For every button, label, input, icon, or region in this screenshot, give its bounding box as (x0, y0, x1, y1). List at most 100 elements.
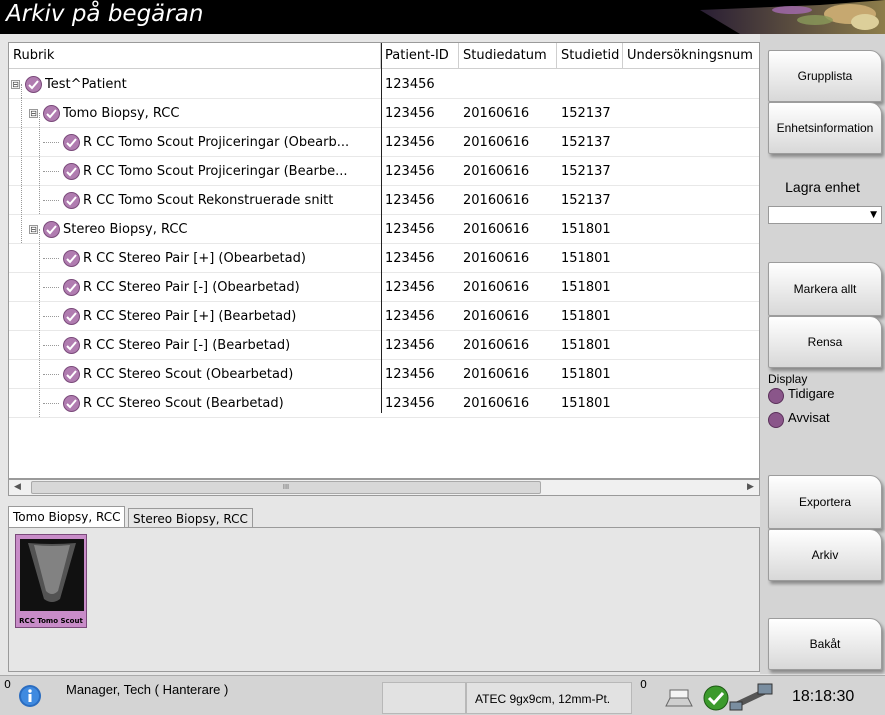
scrollbar-thumb[interactable]: III (31, 481, 541, 494)
chevron-down-icon: ▼ (870, 210, 877, 220)
check-icon[interactable] (25, 76, 42, 93)
select-all-button[interactable]: Markera allt (768, 262, 882, 316)
column-header-study-time[interactable]: Studietid (557, 43, 623, 69)
study-date-cell: 20160616 (463, 309, 530, 324)
thumbnail-image (20, 539, 84, 611)
study-time-cell: 152137 (561, 193, 611, 208)
check-icon[interactable] (63, 134, 80, 151)
tree-connector (43, 345, 59, 346)
tree-connector (43, 287, 59, 288)
collapse-toggle-icon[interactable]: ⊟ (29, 109, 38, 118)
row-title: R CC Tomo Scout Projiceringar (Obearb... (83, 135, 350, 150)
tree-connector (21, 84, 22, 98)
row-title: R CC Tomo Scout Rekonstruerade snitt (83, 193, 334, 208)
check-icon[interactable] (63, 192, 80, 209)
tree-connector (43, 316, 59, 317)
xray-tube-icon[interactable] (728, 680, 776, 714)
patient-id-cell: 123456 (385, 222, 435, 237)
paddle-status-field[interactable]: ATEC 9gx9cm, 12mm-Pt. (466, 682, 632, 714)
header-decoration-image (700, 0, 885, 34)
table-row[interactable]: R CC Tomo Scout Projiceringar (Obearb...… (9, 128, 759, 157)
collapse-toggle-icon[interactable]: ⊟ (29, 225, 38, 234)
radio-rejected-label: Avvisat (788, 410, 830, 425)
device-info-button[interactable]: Enhetsinformation (768, 102, 882, 154)
scroll-right-icon[interactable]: ▶ (747, 480, 754, 495)
tab-tomo-biopsy[interactable]: Tomo Biopsy, RCC (8, 506, 126, 528)
table-row[interactable]: ⊟ Stereo Biopsy, RCC 123456 20160616 151801 (9, 215, 759, 244)
table-row[interactable]: R CC Stereo Pair [-] (Bearbetad) 123456 20… (9, 331, 759, 360)
check-icon[interactable] (63, 337, 80, 354)
check-icon[interactable] (63, 250, 80, 267)
tree-connector (43, 374, 59, 375)
clock-field: 18:18:30 (782, 682, 882, 714)
system-ok-icon[interactable] (702, 684, 730, 712)
check-icon[interactable] (43, 105, 60, 122)
group-list-button[interactable]: Grupplista (768, 50, 882, 102)
row-title: R CC Stereo Scout (Bearbetad) (83, 396, 284, 411)
patient-id-cell: 123456 (385, 251, 435, 266)
table-row[interactable]: ⊟ Tomo Biopsy, RCC 123456 20160616 152137 (9, 99, 759, 128)
image-thumbnail[interactable]: RCC Tomo Scout (15, 534, 87, 628)
patient-id-cell: 123456 (385, 106, 435, 121)
back-button[interactable]: Bakåt (768, 618, 882, 670)
title-bar: Arkiv på begäran (0, 0, 885, 34)
tab-stereo-biopsy[interactable]: Stereo Biopsy, RCC (128, 508, 253, 528)
row-title: R CC Stereo Scout (Obearbetad) (83, 367, 294, 382)
study-date-cell: 20160616 (463, 164, 530, 179)
study-time-cell: 151801 (561, 309, 611, 324)
check-icon[interactable] (63, 163, 80, 180)
row-title: R CC Stereo Pair [-] (Obearbetad) (83, 280, 300, 295)
check-icon[interactable] (63, 308, 80, 325)
row-title: Tomo Biopsy, RCC (63, 106, 180, 121)
collapse-toggle-icon[interactable]: ⊟ (11, 80, 20, 89)
table-row[interactable]: R CC Stereo Pair [+] (Obearbetad) 123456 2… (9, 244, 759, 273)
archive-button[interactable]: Arkiv (768, 529, 882, 581)
window-title: Arkiv på begäran (6, 1, 204, 27)
study-time-cell: 151801 (561, 251, 611, 266)
tree-connector (43, 403, 59, 404)
output-queue-icon[interactable] (664, 686, 694, 710)
table-row[interactable]: R CC Tomo Scout Rekonstruerade snitt 1234… (9, 186, 759, 215)
patient-id-cell: 123456 (385, 77, 435, 92)
tree-connector (43, 142, 59, 143)
column-header-accession-number[interactable]: Undersökningsnum (623, 43, 759, 69)
radio-rejected[interactable]: Avvisat (768, 410, 885, 428)
table-row[interactable]: R CC Stereo Scout (Obearbetad) 123456 2016… (9, 360, 759, 389)
horizontal-scrollbar[interactable]: ◀ III ▶ (8, 479, 760, 496)
study-time-cell: 151801 (561, 280, 611, 295)
scroll-left-icon[interactable]: ◀ (14, 480, 21, 495)
output-count: 0 (640, 678, 647, 691)
patient-id-cell: 123456 (385, 164, 435, 179)
table-row[interactable]: R CC Stereo Pair [-] (Obearbetad) 123456 2… (9, 273, 759, 302)
row-title: R CC Stereo Pair [-] (Bearbetad) (83, 338, 291, 353)
table-row[interactable]: R CC Stereo Scout (Bearbetad) 123456 20160… (9, 389, 759, 418)
table-row[interactable]: R CC Tomo Scout Projiceringar (Bearbe...… (9, 157, 759, 186)
tree-connector (43, 258, 59, 259)
tree-connector (43, 200, 59, 201)
patient-id-cell: 123456 (385, 367, 435, 382)
radio-previous[interactable]: Tidigare (768, 386, 885, 404)
study-time-cell: 151801 (561, 222, 611, 237)
clear-button[interactable]: Rensa (768, 316, 882, 368)
table-row[interactable]: ⊟ Test^Patient 123456 (9, 70, 759, 99)
check-icon[interactable] (63, 366, 80, 383)
column-header-study-date[interactable]: Studiedatum (459, 43, 557, 69)
current-user: Manager, Tech ( Hanterare ) (66, 682, 229, 697)
column-header-title[interactable]: Rubrik (9, 43, 381, 69)
info-icon[interactable] (18, 684, 42, 708)
column-header-patient-id[interactable]: Patient-ID (381, 43, 459, 69)
check-icon[interactable] (63, 395, 80, 412)
study-date-cell: 20160616 (463, 396, 530, 411)
study-date-cell: 20160616 (463, 193, 530, 208)
study-date-cell: 20160616 (463, 367, 530, 382)
export-button[interactable]: Exportera (768, 475, 882, 529)
study-tree-grid[interactable]: Rubrik Patient-ID Studiedatum Studietid … (8, 42, 760, 479)
table-row[interactable]: R CC Stereo Pair [+] (Bearbetad) 123456 20… (9, 302, 759, 331)
store-device-dropdown[interactable]: ▼ (768, 206, 882, 224)
check-icon[interactable] (63, 279, 80, 296)
study-time-cell: 152137 (561, 164, 611, 179)
radio-icon (768, 412, 784, 428)
row-title: R CC Tomo Scout Projiceringar (Bearbe... (83, 164, 348, 179)
display-group-label: Display (768, 372, 808, 386)
check-icon[interactable] (43, 221, 60, 238)
